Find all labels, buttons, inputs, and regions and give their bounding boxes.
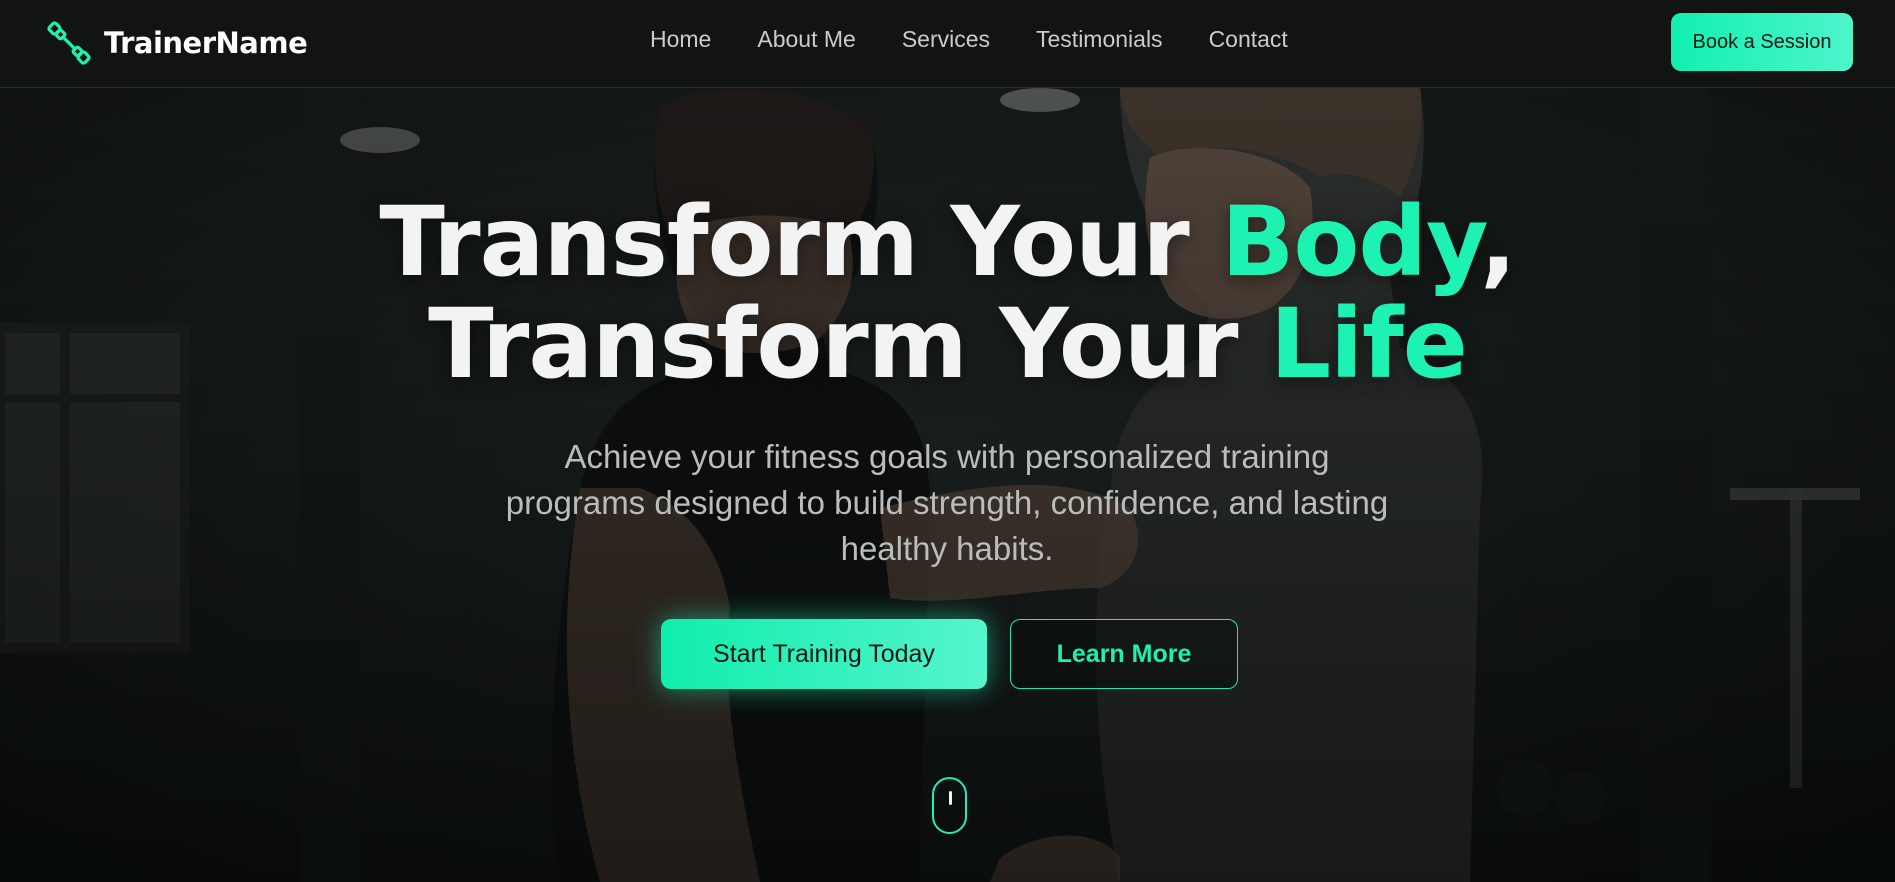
headline-line2: Transform Your Life bbox=[428, 288, 1468, 400]
mouse-scroll-icon[interactable] bbox=[932, 777, 967, 834]
hero-section: Transform Your Body, Transform Your Life… bbox=[0, 88, 1895, 882]
nav-about-me[interactable]: About Me bbox=[757, 26, 855, 53]
brand-name: TrainerName bbox=[104, 26, 308, 60]
top-navbar: TrainerName Home About Me Services Testi… bbox=[0, 0, 1895, 88]
nav-home[interactable]: Home bbox=[650, 26, 711, 53]
headline-accent-life: Life bbox=[1269, 288, 1468, 400]
headline-accent-body: Body bbox=[1221, 186, 1481, 298]
main-nav: Home About Me Services Testimonials Cont… bbox=[650, 26, 1288, 53]
dumbbell-icon bbox=[47, 21, 91, 65]
hero-headline: Transform Your Body, Transform Your Life bbox=[0, 191, 1895, 395]
start-training-button[interactable]: Start Training Today bbox=[661, 619, 987, 689]
book-session-button[interactable]: Book a Session bbox=[1671, 13, 1853, 71]
hero-subtitle: Achieve your fitness goals with personal… bbox=[505, 438, 1389, 567]
learn-more-button[interactable]: Learn More bbox=[1010, 619, 1238, 689]
headline-text: Transform Your bbox=[428, 288, 1270, 400]
headline-text: Transform Your bbox=[379, 186, 1222, 298]
nav-contact[interactable]: Contact bbox=[1209, 26, 1288, 53]
scroll-wheel-dot bbox=[949, 791, 952, 805]
nav-testimonials[interactable]: Testimonials bbox=[1036, 26, 1163, 53]
brand[interactable]: TrainerName bbox=[46, 20, 308, 66]
nav-services[interactable]: Services bbox=[902, 26, 990, 53]
headline-comma: , bbox=[1480, 186, 1516, 298]
headline-line1: Transform Your Body, bbox=[379, 186, 1516, 298]
